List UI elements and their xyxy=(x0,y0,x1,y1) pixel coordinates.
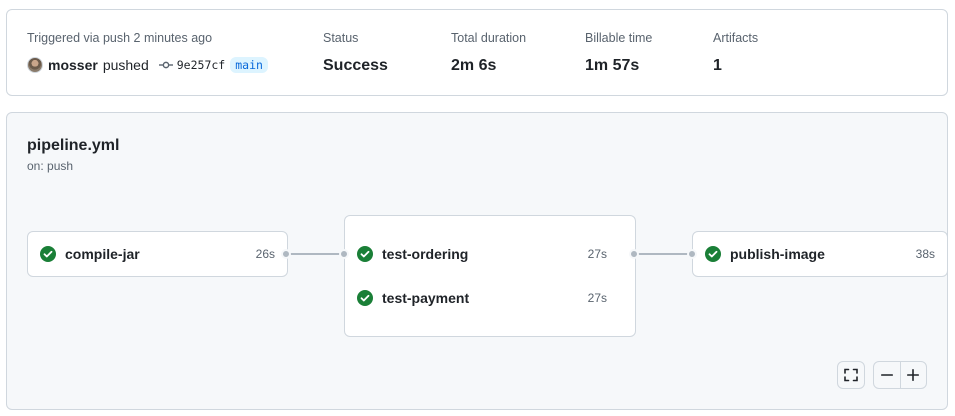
job-compile-jar[interactable]: compile-jar 26s xyxy=(40,244,275,264)
job-duration: 38s xyxy=(915,247,935,261)
job-publish-image[interactable]: publish-image 38s xyxy=(705,244,935,264)
connector-dot xyxy=(339,249,349,259)
zoom-controls xyxy=(873,361,927,389)
zoom-out-button[interactable] xyxy=(874,362,900,388)
zoom-in-button[interactable] xyxy=(901,362,927,388)
job-test-ordering[interactable]: test-ordering 27s xyxy=(357,244,607,264)
dash-icon xyxy=(880,374,893,376)
connector-dot xyxy=(281,249,291,259)
trigger-label: Triggered via push 2 minutes ago xyxy=(27,31,213,45)
stat-label: Billable time xyxy=(585,31,653,45)
plus-icon xyxy=(907,368,920,382)
job-duration: 26s xyxy=(255,247,275,261)
commit-sha-link[interactable]: 9e257cf xyxy=(177,58,225,72)
job-card-publish-image: publish-image 38s xyxy=(692,231,948,277)
git-commit-icon xyxy=(158,57,175,73)
job-name: test-payment xyxy=(382,290,470,306)
stat-label[interactable]: Artifacts xyxy=(713,31,758,45)
job-card-test-group: test-ordering 27s test-payment 27s xyxy=(344,215,636,337)
stat-total-duration: Total duration 2m 6s xyxy=(451,31,526,75)
connector-line xyxy=(636,253,692,255)
stat-status: Status Success xyxy=(323,31,388,75)
stat-artifacts: Artifacts 1 xyxy=(713,31,758,75)
check-circle-fill-icon xyxy=(357,246,373,262)
workflow-trigger: on: push xyxy=(27,159,74,173)
job-card-compile-jar: compile-jar 26s xyxy=(27,231,288,277)
run-summary: Triggered via push 2 minutes ago mosser … xyxy=(6,9,948,96)
trigger-row: mosser pushed 9e257cf main xyxy=(27,56,268,74)
actor-link[interactable]: mosser xyxy=(48,57,98,73)
stat-label: Status xyxy=(323,31,359,45)
screen-full-icon xyxy=(838,362,864,388)
check-circle-fill-icon xyxy=(357,290,373,306)
connector-dot xyxy=(629,249,639,259)
stat-value: 2m 6s xyxy=(451,57,497,74)
branch-badge[interactable]: main xyxy=(230,57,268,73)
stat-value: Success xyxy=(323,57,388,74)
action-text: pushed xyxy=(102,57,149,73)
stat-billable-time: Billable time 1m 57s xyxy=(585,31,652,75)
check-circle-fill-icon xyxy=(705,246,721,262)
stat-value: 1m 57s xyxy=(585,57,640,74)
stat-value[interactable]: 1 xyxy=(713,57,758,75)
job-duration: 27s xyxy=(587,247,607,261)
job-name: compile-jar xyxy=(65,246,140,262)
job-name: test-ordering xyxy=(382,246,469,262)
job-test-payment[interactable]: test-payment 27s xyxy=(357,288,607,308)
job-name: publish-image xyxy=(730,246,825,262)
fullscreen-button[interactable] xyxy=(837,361,865,389)
avatar[interactable] xyxy=(27,57,43,73)
connector-line xyxy=(288,253,344,255)
connector-dot xyxy=(687,249,697,259)
job-duration: 27s xyxy=(587,291,607,305)
workflow-name: pipeline.yml xyxy=(27,137,120,154)
stat-label: Total duration xyxy=(451,31,527,45)
check-circle-fill-icon xyxy=(40,246,56,262)
workflow-graph: pipeline.yml on: push compile-jar 26s te… xyxy=(6,112,948,410)
